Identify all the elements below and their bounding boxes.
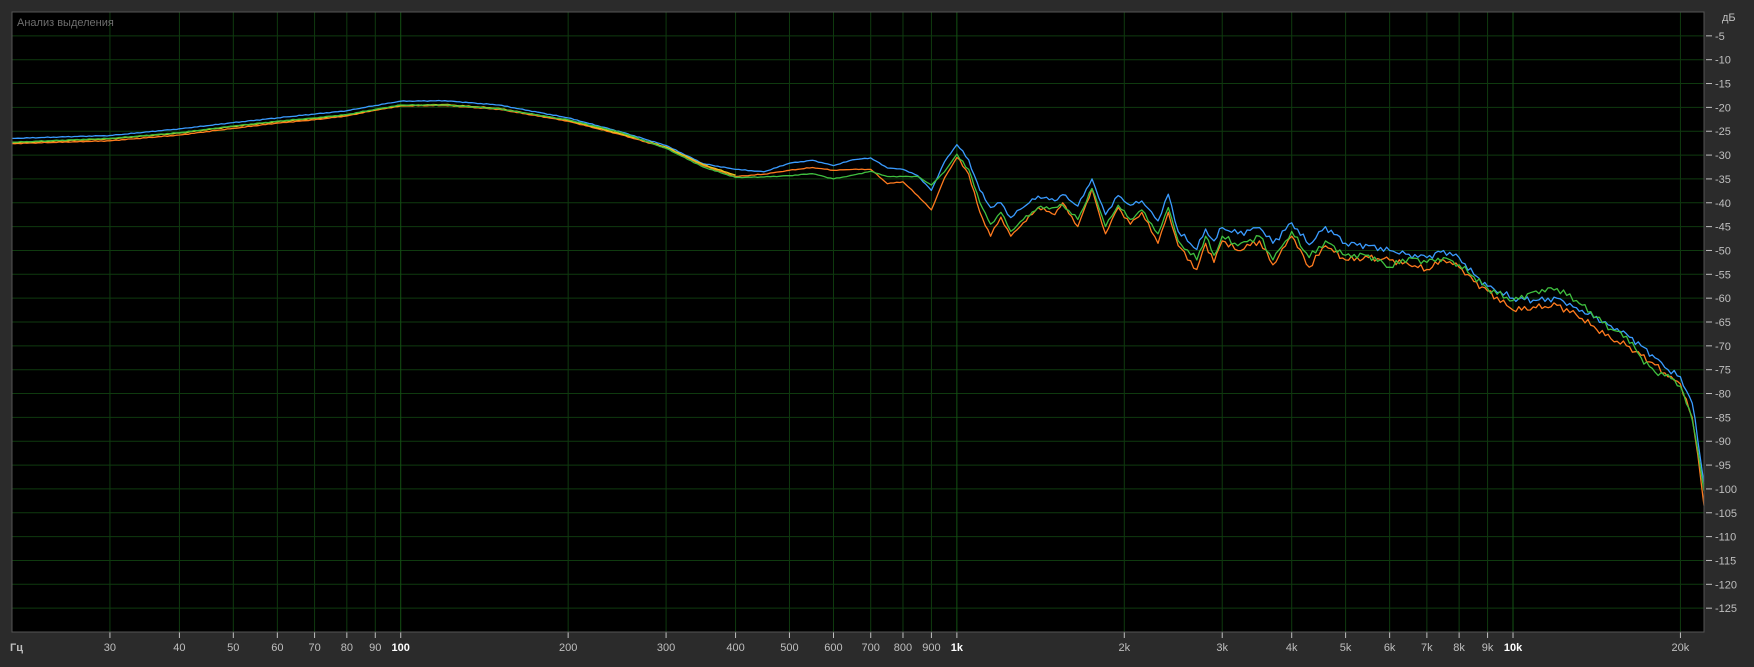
- y-tick-label: -70: [1715, 341, 1731, 353]
- y-tick-label: -50: [1715, 245, 1731, 257]
- x-tick-label: 900: [922, 642, 940, 654]
- y-tick-label: -65: [1715, 317, 1731, 329]
- x-tick-label: 80: [341, 642, 353, 654]
- y-tick-label: -20: [1715, 102, 1731, 114]
- x-tick-label: 300: [657, 642, 675, 654]
- x-tick-label: 9k: [1482, 642, 1494, 654]
- y-tick-label: -45: [1715, 222, 1731, 234]
- x-tick-label: 7k: [1421, 642, 1433, 654]
- x-tick-label: 20k: [1672, 642, 1690, 654]
- x-tick-label: 1k: [951, 642, 964, 654]
- y-tick-label: -35: [1715, 174, 1731, 186]
- x-axis-unit-label: Гц: [10, 642, 23, 654]
- y-tick-label: -25: [1715, 126, 1731, 138]
- y-tick-label: -90: [1715, 436, 1731, 448]
- x-tick-label: 600: [824, 642, 842, 654]
- x-tick-label: 800: [894, 642, 912, 654]
- y-tick-label: -10: [1715, 55, 1731, 67]
- x-tick-label: 10k: [1504, 642, 1523, 654]
- x-tick-label: 60: [271, 642, 283, 654]
- x-tick-label: 4k: [1286, 642, 1298, 654]
- y-tick-label: -80: [1715, 389, 1731, 401]
- y-tick-label: -75: [1715, 365, 1731, 377]
- y-tick-label: -55: [1715, 269, 1731, 281]
- x-tick-label: 30: [104, 642, 116, 654]
- x-tick-label: 700: [862, 642, 880, 654]
- x-tick-label: 200: [559, 642, 577, 654]
- y-tick-label: -5: [1715, 31, 1725, 43]
- frequency-analysis-panel: -5 -10 -15 -20 -25 -30 -35 -40 -45 -50 -55 -60 -65 -7…: [0, 0, 1754, 662]
- x-tick-label: 2k: [1118, 642, 1130, 654]
- x-tick-label: 100: [392, 642, 410, 654]
- x-tick-label: 5k: [1340, 642, 1352, 654]
- y-tick-label: -40: [1715, 198, 1731, 210]
- y-tick-label: -110: [1715, 532, 1736, 544]
- x-tick-label: 6k: [1384, 642, 1396, 654]
- y-tick-label: -120: [1715, 579, 1737, 591]
- x-tick-label: 90: [369, 642, 381, 654]
- y-tick-label: -115: [1715, 555, 1736, 567]
- x-tick-label: 400: [726, 642, 744, 654]
- y-tick-label: -105: [1715, 508, 1737, 520]
- x-tick-label: 70: [308, 642, 320, 654]
- y-tick-label: -100: [1715, 484, 1737, 496]
- x-tick-label: 3k: [1216, 642, 1228, 654]
- y-tick-label: -15: [1715, 79, 1731, 91]
- y-tick-label: -60: [1715, 293, 1731, 305]
- x-tick-label: 40: [173, 642, 185, 654]
- spectrum-chart: -5 -10 -15 -20 -25 -30 -35 -40 -45 -50 -55 -60 -65 -7…: [0, 0, 1754, 662]
- y-tick-label: -30: [1715, 150, 1731, 162]
- x-tick-label: 50: [227, 642, 239, 654]
- y-tick-label: -85: [1715, 412, 1731, 424]
- x-tick-label: 500: [780, 642, 798, 654]
- y-tick-label: -95: [1715, 460, 1731, 472]
- x-tick-label: 8k: [1453, 642, 1465, 654]
- panel-title: Анализ выделения: [17, 17, 114, 29]
- y-axis-unit-label: дБ: [1722, 12, 1736, 24]
- y-tick-label: -125: [1715, 603, 1737, 615]
